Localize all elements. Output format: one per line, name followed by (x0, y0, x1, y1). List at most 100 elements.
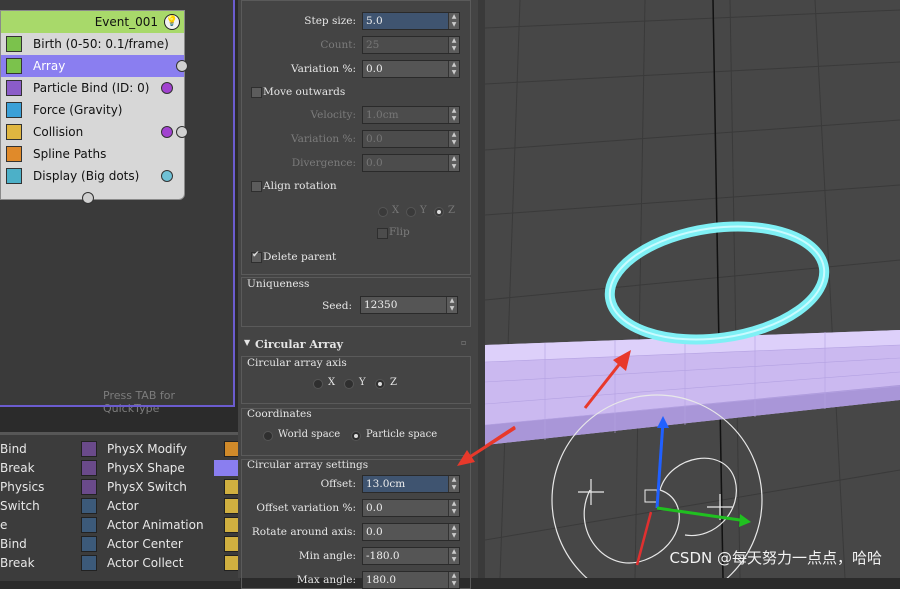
depot-item-actor-center[interactable]: Actor Center (107, 535, 183, 554)
particle-space-radio[interactable] (351, 431, 361, 441)
count-spinner[interactable]: 25 ▲ ▼ (362, 36, 460, 54)
spinner-arrows-icon[interactable]: ▲ ▼ (448, 155, 459, 171)
event-title[interactable]: Event_001 💡 (1, 11, 184, 33)
variation-2-spinner[interactable]: 0.0 ▲ ▼ (362, 130, 460, 148)
depot-item-actor[interactable]: Actor (107, 497, 139, 516)
operator-array[interactable]: Array (1, 55, 184, 77)
spinner-arrows-icon[interactable]: ▲ ▼ (448, 572, 459, 588)
operator-birth[interactable]: Birth (0-50: 0.1/frame) (1, 33, 184, 55)
rotate-axis-spinner[interactable]: 0.0 ▲ ▼ (362, 523, 460, 541)
step-size-spinner[interactable]: 5.0 ▲ ▼ (362, 12, 460, 30)
step-size-label: Step size: (304, 15, 356, 27)
spinner-arrows-icon[interactable]: ▲ ▼ (446, 297, 457, 313)
circular-axis-x-radio[interactable] (313, 379, 323, 389)
velocity-spinner[interactable]: 1.0cm ▲ ▼ (362, 106, 460, 124)
min-angle-label: Min angle: (298, 550, 356, 562)
move-outwards-label: Move outwards (263, 86, 346, 98)
depot-item-physx-modify[interactable]: PhysX Modify (107, 440, 187, 459)
depot-item-physx-switch[interactable]: PhysX Switch (107, 478, 187, 497)
operator-force[interactable]: Force (Gravity) (1, 99, 184, 121)
offset-label: Offset: (320, 478, 356, 490)
count-label: Count: (320, 39, 356, 51)
divergence-label: Divergence: (291, 157, 356, 169)
annotation-arrow-to-panel (457, 426, 516, 466)
transform-gizmo (635, 416, 751, 566)
circular-axis-z-label: Z (390, 377, 397, 388)
spinner-arrows-icon[interactable]: ▲ ▼ (448, 13, 459, 29)
variation-spinner[interactable]: 0.0 ▲ ▼ (362, 60, 460, 78)
particle-bind-port[interactable] (161, 82, 173, 94)
align-axis-y-radio[interactable] (406, 207, 416, 217)
display-color-port[interactable] (161, 170, 173, 182)
panel-scrollbar[interactable] (478, 0, 485, 578)
flip-checkbox[interactable] (377, 228, 388, 239)
particle-view-graph[interactable]: Event_001 💡 Birth (0-50: 0.1/frame) Arra… (0, 0, 233, 415)
spinner-arrows-icon[interactable]: ▲ ▼ (448, 37, 459, 53)
spinner-arrows-icon[interactable]: ▲ ▼ (448, 524, 459, 540)
align-axis-x-radio[interactable] (378, 207, 388, 217)
depot-item-actor-collect[interactable]: Actor Collect (107, 554, 183, 573)
variation-2-label: Variation %: (290, 133, 356, 145)
birth-icon (6, 36, 22, 52)
depot-item[interactable]: Break (0, 554, 35, 573)
collision-port-purple[interactable] (161, 126, 173, 138)
delete-parent-label: Delete parent (263, 251, 337, 263)
flip-label: Flip (389, 226, 410, 238)
offset-variation-spinner[interactable]: 0.0 ▲ ▼ (362, 499, 460, 517)
depot-item[interactable]: Switch (0, 497, 40, 516)
display-icon (6, 168, 22, 184)
3d-viewport[interactable]: CSDN @每天努力一点点，哈哈 (485, 0, 900, 578)
spinner-arrows-icon[interactable]: ▲ ▼ (448, 61, 459, 77)
event-input-port[interactable] (82, 192, 94, 204)
depot-item-physx-shape[interactable]: PhysX Shape (107, 459, 185, 478)
operator-particle-bind[interactable]: Particle Bind (ID: 0) (1, 77, 184, 99)
min-angle-spinner[interactable]: -180.0 ▲ ▼ (362, 547, 460, 565)
spinner-arrows-icon[interactable]: ▲ ▼ (448, 131, 459, 147)
world-space-radio[interactable] (263, 431, 273, 441)
depot-item[interactable]: e (0, 516, 7, 535)
align-axis-y-label: Y (420, 205, 427, 216)
collapse-arrow-icon[interactable]: ▼ (244, 338, 250, 347)
align-axis-z-radio[interactable] (434, 207, 444, 217)
depot-item[interactable]: Bind (0, 440, 27, 459)
operator-display[interactable]: Display (Big dots) (1, 165, 184, 187)
circular-axis-z-radio[interactable] (375, 379, 385, 389)
seed-spinner[interactable]: 12350 ▲ ▼ (360, 296, 458, 314)
array-icon (6, 58, 22, 74)
depot-item[interactable]: Physics (0, 478, 44, 497)
actor-center-icon (81, 536, 97, 552)
force-icon (6, 102, 22, 118)
actor-collect-icon (81, 555, 97, 571)
operator-collision[interactable]: Collision (1, 121, 184, 143)
move-outwards-checkbox[interactable] (251, 87, 262, 98)
spinner-arrows-icon[interactable]: ▲ ▼ (448, 107, 459, 123)
circular-array-title: Circular Array (255, 338, 343, 351)
spinner-arrows-icon[interactable]: ▲ ▼ (448, 548, 459, 564)
viewport-scene (485, 0, 900, 578)
depot-item[interactable]: Bind (0, 535, 27, 554)
variation-label: Variation %: (290, 63, 356, 75)
align-rotation-checkbox[interactable] (251, 181, 262, 192)
divergence-spinner[interactable]: 0.0 ▲ ▼ (362, 154, 460, 172)
spinner-arrows-icon[interactable]: ▲ ▼ (448, 500, 459, 516)
particle-space-label: Particle space (366, 429, 438, 440)
delete-parent-checkbox[interactable] (251, 250, 262, 263)
ground-grid (485, 0, 900, 578)
circular-array-rollout-header[interactable]: ▼ Circular Array ▫ (241, 336, 471, 354)
rotate-axis-label: Rotate around axis: (251, 526, 356, 538)
max-angle-spinner[interactable]: 180.0 ▲ ▼ (362, 571, 460, 589)
event-node[interactable]: Event_001 💡 Birth (0-50: 0.1/frame) Arra… (0, 10, 185, 200)
array-output-port[interactable] (176, 60, 188, 72)
actor-icon (81, 498, 97, 514)
rollout-pin-icon[interactable]: ▫ (461, 338, 466, 347)
depot-item-actor-animation[interactable]: Actor Animation (107, 516, 204, 535)
tube-object (485, 330, 900, 445)
graph-border (233, 0, 235, 406)
circular-axis-y-radio[interactable] (344, 379, 354, 389)
operator-spline-paths[interactable]: Spline Paths (1, 143, 184, 165)
coordinates-title: Coordinates (247, 408, 312, 420)
circular-axis-y-label: Y (359, 377, 366, 388)
collision-output-port[interactable] (176, 126, 188, 138)
depot-item[interactable]: Break (0, 459, 35, 478)
bulb-icon[interactable]: 💡 (164, 14, 180, 30)
